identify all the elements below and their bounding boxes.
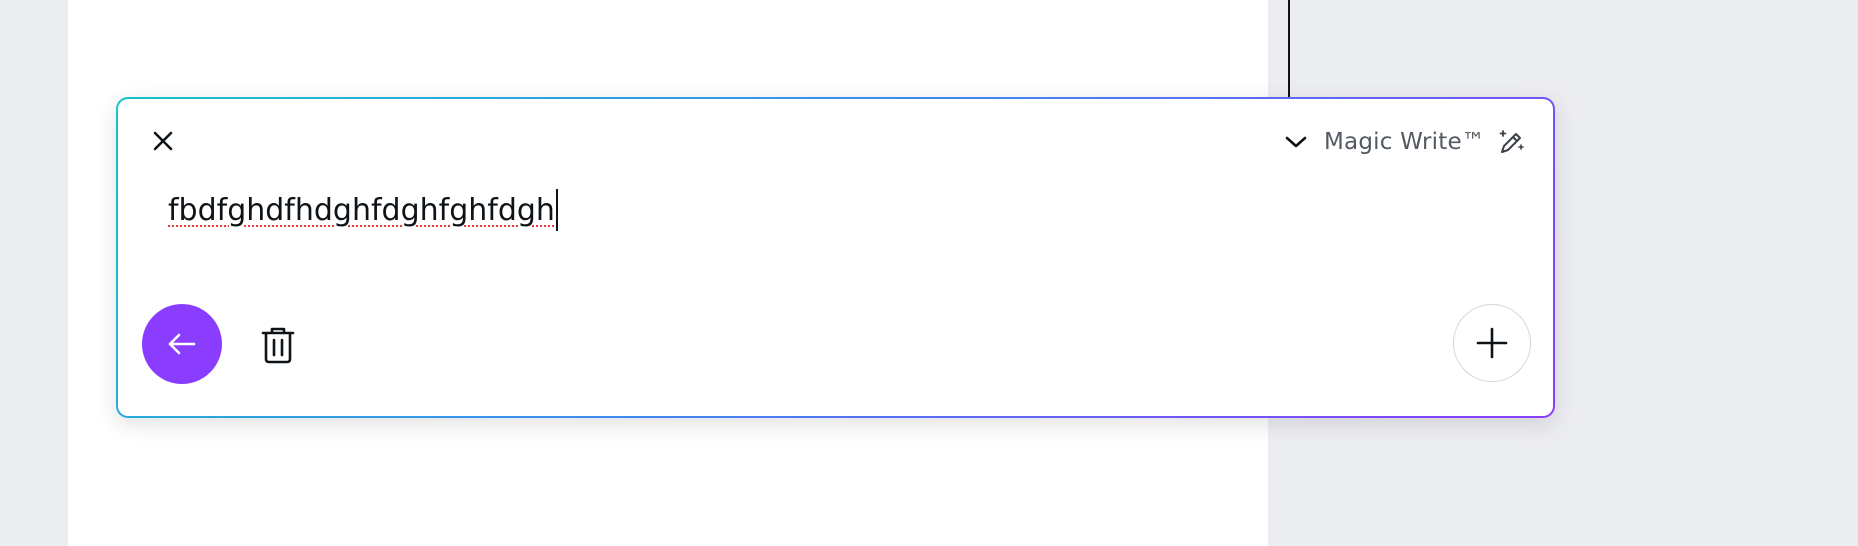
arrow-left-icon <box>168 333 196 355</box>
add-button[interactable] <box>1453 304 1531 382</box>
collapse-button[interactable] <box>1280 126 1312 158</box>
text-cursor-guide <box>1288 0 1290 100</box>
close-icon <box>153 131 173 151</box>
prompt-input[interactable]: fbdfghdfhdghfdghfghfdgh <box>168 188 558 231</box>
magic-write-panel: Magic Write™ fbdfghdfhdghfdghfghfdgh <box>116 97 1555 418</box>
plus-icon <box>1476 327 1508 359</box>
trash-icon <box>261 327 295 364</box>
close-button[interactable] <box>148 126 178 156</box>
text-caret <box>555 188 558 231</box>
panel-header-actions: Magic Write™ <box>1280 126 1525 158</box>
delete-button[interactable] <box>256 323 300 367</box>
submit-button[interactable] <box>142 304 222 384</box>
magic-pen-icon <box>1495 127 1525 157</box>
prompt-text: fbdfghdfhdghfdghfghfdgh <box>168 193 555 228</box>
magic-write-title: Magic Write™ <box>1323 129 1485 155</box>
chevron-down-icon <box>1285 136 1307 148</box>
magic-write-panel-body: Magic Write™ fbdfghdfhdghfdghfghfdgh <box>118 99 1553 416</box>
